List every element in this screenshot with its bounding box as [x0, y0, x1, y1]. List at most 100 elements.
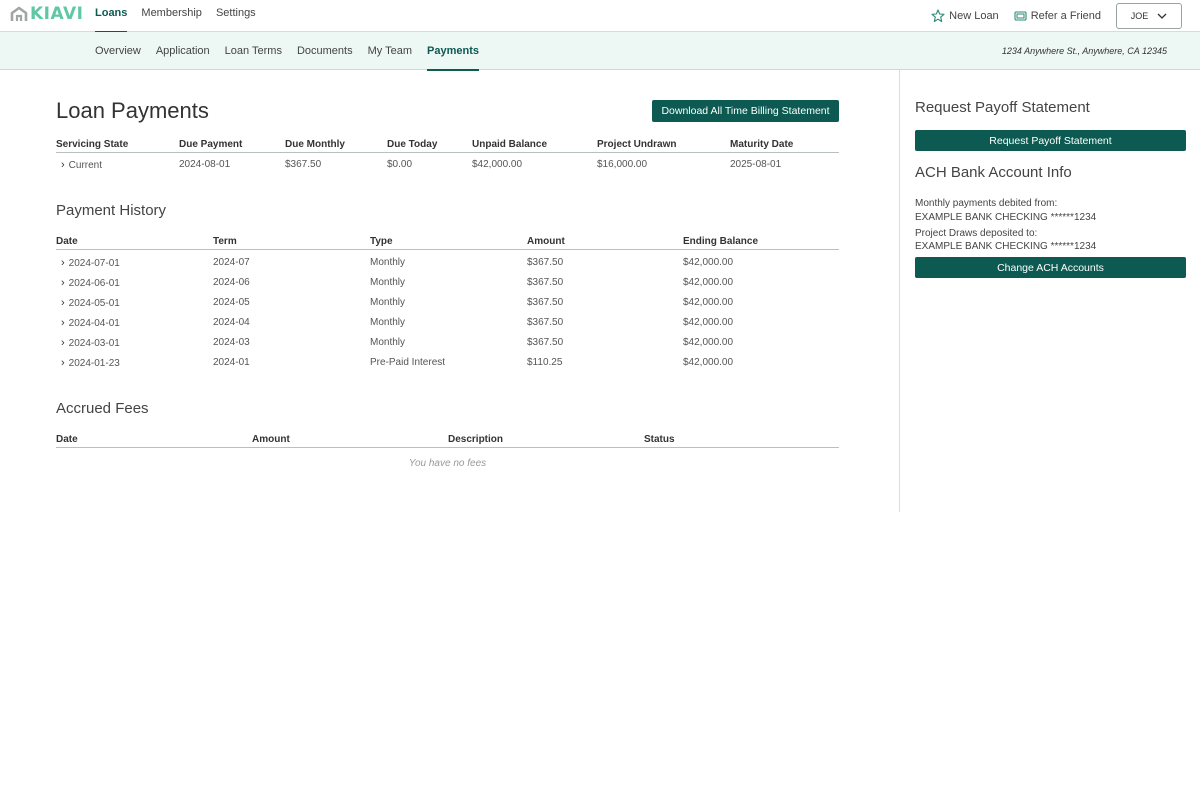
- payoff-title: Request Payoff Statement: [915, 99, 1090, 116]
- column-header: Maturity Date: [730, 139, 794, 150]
- payment-type: Monthly: [370, 257, 406, 268]
- ending-balance: $42,000.00: [683, 297, 734, 308]
- kiavi-logo[interactable]: KIAVI: [10, 4, 84, 24]
- chevron-down-icon: [1157, 13, 1167, 19]
- accrued-fees-header: Date Amount Description Status: [56, 434, 839, 448]
- tab-my-team[interactable]: My Team: [368, 32, 412, 70]
- column-header: Description: [448, 434, 504, 445]
- column-header: Status: [644, 434, 675, 445]
- column-header: Date: [56, 236, 78, 247]
- deposit-label: Project Draws deposited to:: [915, 228, 1038, 239]
- project-undrawn: $16,000.00: [597, 159, 648, 170]
- property-address: 1234 Anywhere St., Anywhere, CA 12345: [1001, 46, 1167, 56]
- ending-balance: $42,000.00: [683, 357, 734, 368]
- table-row[interactable]: › 2024-03-01 2024-03 Monthly $367.50 $42,…: [56, 337, 839, 357]
- column-header: Due Payment: [179, 139, 243, 150]
- date-cell: › 2024-05-01: [56, 297, 120, 309]
- new-loan-link[interactable]: New Loan: [931, 9, 999, 23]
- user-name: JOE: [1130, 11, 1149, 21]
- payment-type: Monthly: [370, 337, 406, 348]
- nav-loans[interactable]: Loans: [95, 0, 128, 33]
- servicing-state: Current: [68, 160, 103, 171]
- ach-info-title: ACH Bank Account Info: [915, 164, 1072, 181]
- table-row[interactable]: › 2024-07-01 2024-07 Monthly $367.50 $42,…: [56, 257, 839, 277]
- payment-term: 2024-04: [213, 317, 250, 328]
- column-header: Servicing State: [56, 139, 129, 150]
- deposit-account: EXAMPLE BANK CHECKING ******1234: [915, 241, 1097, 252]
- payment-history-header: Date Term Type Amount Ending Balance: [56, 236, 839, 250]
- chevron-right-icon[interactable]: ›: [61, 357, 65, 369]
- primary-nav: Loans Membership Settings: [95, 0, 270, 33]
- payment-term: 2024-05: [213, 297, 250, 308]
- debit-label: Monthly payments debited from:: [915, 198, 1058, 209]
- table-row[interactable]: › 2024-05-01 2024-05 Monthly $367.50 $42,…: [56, 297, 839, 317]
- payment-date: 2024-07-01: [68, 258, 120, 269]
- payment-history-title: Payment History: [56, 202, 167, 219]
- loan-subnav: Overview Application Loan Terms Document…: [0, 32, 1200, 71]
- payment-amount: $367.50: [527, 297, 564, 308]
- payment-amount: $367.50: [527, 257, 564, 268]
- request-payoff-button[interactable]: Request Payoff Statement: [915, 130, 1186, 151]
- chevron-right-icon[interactable]: ›: [61, 297, 65, 309]
- column-header: Unpaid Balance: [472, 139, 548, 150]
- chevron-right-icon[interactable]: ›: [61, 257, 65, 269]
- column-header: Amount: [527, 236, 565, 247]
- top-navigation: KIAVI Loans Membership Settings New Loan…: [0, 0, 1200, 33]
- house-logo-icon: [10, 6, 28, 21]
- payment-date: 2024-05-01: [68, 298, 120, 309]
- unpaid-balance: $42,000.00: [472, 159, 523, 170]
- nav-membership[interactable]: Membership: [141, 0, 202, 32]
- payment-term: 2024-03: [213, 337, 250, 348]
- date-cell: › 2024-06-01: [56, 277, 120, 289]
- payment-type: Pre-Paid Interest: [370, 357, 446, 368]
- table-row[interactable]: › 2024-01-23 2024-01 Pre-Paid Interest $1…: [56, 357, 839, 377]
- download-billing-statement-button[interactable]: Download All Time Billing Statement: [652, 100, 839, 122]
- due-today: $0.00: [387, 159, 413, 170]
- tab-payments[interactable]: Payments: [427, 32, 479, 71]
- payment-date: 2024-01-23: [68, 358, 120, 369]
- logo-wordmark: KIAVI: [30, 4, 84, 24]
- ending-balance: $42,000.00: [683, 317, 734, 328]
- chevron-right-icon[interactable]: ›: [61, 337, 65, 349]
- date-cell: › 2024-07-01: [56, 257, 120, 269]
- change-ach-accounts-button[interactable]: Change ACH Accounts: [915, 257, 1186, 278]
- ending-balance: $42,000.00: [683, 257, 734, 268]
- due-monthly: $367.50: [285, 159, 322, 170]
- date-cell: › 2024-04-01: [56, 317, 120, 329]
- right-sidebar: Request Payoff Statement Request Payoff …: [899, 70, 1200, 512]
- payment-type: Monthly: [370, 277, 406, 288]
- nav-settings[interactable]: Settings: [216, 0, 256, 32]
- debit-account: EXAMPLE BANK CHECKING ******1234: [915, 212, 1097, 223]
- gift-card-icon: [1014, 11, 1027, 21]
- accrued-fees-title: Accrued Fees: [56, 400, 149, 417]
- payment-amount: $367.50: [527, 337, 564, 348]
- empty-fees-message: You have no fees: [408, 458, 487, 469]
- column-header: Project Undrawn: [597, 139, 677, 150]
- due-payment: 2024-08-01: [179, 159, 231, 170]
- payment-date: 2024-03-01: [68, 338, 120, 349]
- ending-balance: $42,000.00: [683, 337, 734, 348]
- payment-type: Monthly: [370, 317, 406, 328]
- date-cell: › 2024-01-23: [56, 357, 120, 369]
- tab-documents[interactable]: Documents: [297, 32, 353, 70]
- column-header: Due Monthly: [285, 139, 345, 150]
- chevron-right-icon[interactable]: ›: [61, 277, 65, 289]
- servicing-row[interactable]: › Current 2024-08-01 $367.50 $0.00 $42,00…: [56, 159, 839, 179]
- column-header: Type: [370, 236, 393, 247]
- column-header: Date: [56, 434, 78, 445]
- tab-loan-terms[interactable]: Loan Terms: [225, 32, 282, 70]
- payment-amount: $367.50: [527, 317, 564, 328]
- column-header: Term: [213, 236, 237, 247]
- tab-overview[interactable]: Overview: [95, 32, 141, 70]
- payment-type: Monthly: [370, 297, 406, 308]
- payment-amount: $110.25: [527, 357, 563, 368]
- table-row[interactable]: › 2024-04-01 2024-04 Monthly $367.50 $42,…: [56, 317, 839, 337]
- maturity-date: 2025-08-01: [730, 159, 782, 170]
- tab-application[interactable]: Application: [156, 32, 210, 70]
- user-menu-button[interactable]: JOE: [1116, 3, 1182, 29]
- refer-friend-link[interactable]: Refer a Friend: [1014, 10, 1101, 22]
- chevron-right-icon[interactable]: ›: [61, 317, 65, 329]
- table-row[interactable]: › 2024-06-01 2024-06 Monthly $367.50 $42,…: [56, 277, 839, 297]
- date-cell: › 2024-03-01: [56, 337, 120, 349]
- chevron-right-icon[interactable]: ›: [61, 159, 65, 171]
